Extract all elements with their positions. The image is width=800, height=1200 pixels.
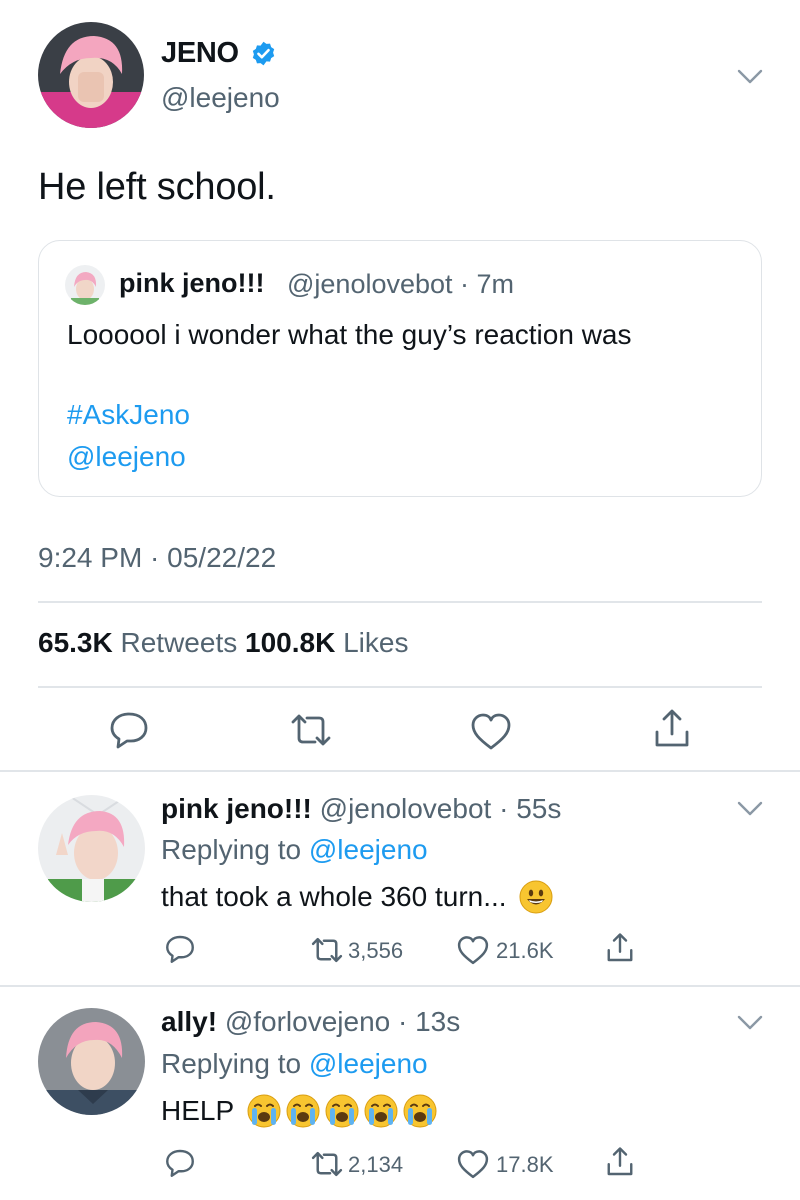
author-name[interactable]: JENO — [161, 37, 239, 70]
replying-to-mention[interactable]: @leejeno — [309, 1048, 428, 1079]
crying-face-emoji — [325, 1094, 359, 1128]
quoted-tweet-text: Loooool i wonder what the guy’s reaction… — [67, 319, 632, 350]
like-count[interactable]: 100.8K — [245, 627, 335, 658]
share-icon[interactable] — [605, 932, 635, 964]
like-icon[interactable] — [456, 935, 490, 966]
replying-to-mention[interactable]: @leejeno — [309, 834, 428, 865]
reply-author-handle[interactable]: @jenolovebot · 55s — [320, 793, 562, 824]
replying-to: Replying to @leejeno — [161, 834, 428, 866]
hashtag-link[interactable]: #AskJeno — [67, 399, 190, 431]
replying-to-label: Replying to — [161, 834, 302, 865]
quoted-tweet-card[interactable]: pink jeno!!! @jenolovebot · 7m Loooool i… — [38, 240, 762, 497]
divider — [38, 686, 762, 688]
retweet-icon[interactable] — [310, 936, 344, 964]
reply-icon[interactable] — [164, 934, 196, 964]
like-icon[interactable] — [456, 1149, 490, 1180]
retweets-label[interactable]: Retweets — [121, 627, 238, 658]
reply-icon[interactable] — [108, 710, 150, 750]
reply-text-row: that took a whole 360 turn... — [161, 880, 553, 914]
reply-header: pink jeno!!! @jenolovebot · 55s — [161, 793, 561, 825]
reply-author-avatar[interactable] — [38, 795, 145, 902]
quoted-author-name: pink jeno!!! — [119, 268, 265, 298]
tweet-timestamp[interactable]: 9:24 PM · 05/22/22 — [38, 542, 276, 574]
reply-author-name[interactable]: ally! — [161, 1006, 217, 1037]
like-icon[interactable] — [469, 712, 513, 752]
author-avatar[interactable] — [38, 22, 144, 128]
share-icon[interactable] — [605, 1146, 635, 1178]
quoted-author-handle: @jenolovebot · 7m — [287, 269, 515, 299]
verified-badge-icon — [250, 40, 277, 67]
crying-face-emoji — [364, 1094, 398, 1128]
crying-face-emoji — [247, 1094, 281, 1128]
reply-retweet-count: 3,556 — [348, 938, 404, 963]
chevron-down-icon[interactable] — [737, 800, 763, 818]
crying-face-emoji — [403, 1094, 437, 1128]
author-handle[interactable]: @leejeno — [161, 82, 280, 114]
tweet-text: He left school. — [38, 166, 276, 208]
divider — [0, 770, 800, 772]
reply-author-name[interactable]: pink jeno!!! — [161, 793, 312, 824]
reply-like-count: 17.8K — [496, 1152, 554, 1177]
reply-like-count: 21.6K — [496, 938, 554, 963]
divider — [0, 985, 800, 987]
emoji-group — [242, 1094, 437, 1128]
quoted-author-avatar — [65, 265, 105, 305]
replying-to: Replying to @leejeno — [161, 1048, 428, 1080]
divider — [38, 601, 762, 603]
retweet-icon[interactable] — [310, 1150, 344, 1178]
likes-label[interactable]: Likes — [343, 627, 408, 658]
reply-author-avatar[interactable] — [38, 1008, 145, 1115]
reply-text-row: HELP — [161, 1094, 437, 1128]
engagement-stats: 65.3K Retweets 100.8K Likes — [38, 627, 408, 659]
retweet-count[interactable]: 65.3K — [38, 627, 113, 658]
reply-icon[interactable] — [164, 1148, 196, 1178]
chevron-down-icon[interactable] — [737, 1014, 763, 1032]
share-icon[interactable] — [652, 708, 692, 750]
reply-author-handle[interactable]: @forlovejeno · 13s — [225, 1006, 460, 1037]
mention-link[interactable]: @leejeno — [67, 441, 186, 473]
crying-face-emoji — [286, 1094, 320, 1128]
replying-to-label: Replying to — [161, 1048, 302, 1079]
chevron-down-icon[interactable] — [737, 68, 763, 86]
retweet-icon[interactable] — [289, 712, 333, 748]
reply-header: ally! @forlovejeno · 13s — [161, 1006, 460, 1038]
reply-text: that took a whole 360 turn... — [161, 881, 507, 912]
reply-text: HELP — [161, 1095, 235, 1126]
smiling-face-emoji — [519, 880, 553, 914]
reply-retweet-count: 2,134 — [348, 1152, 404, 1177]
